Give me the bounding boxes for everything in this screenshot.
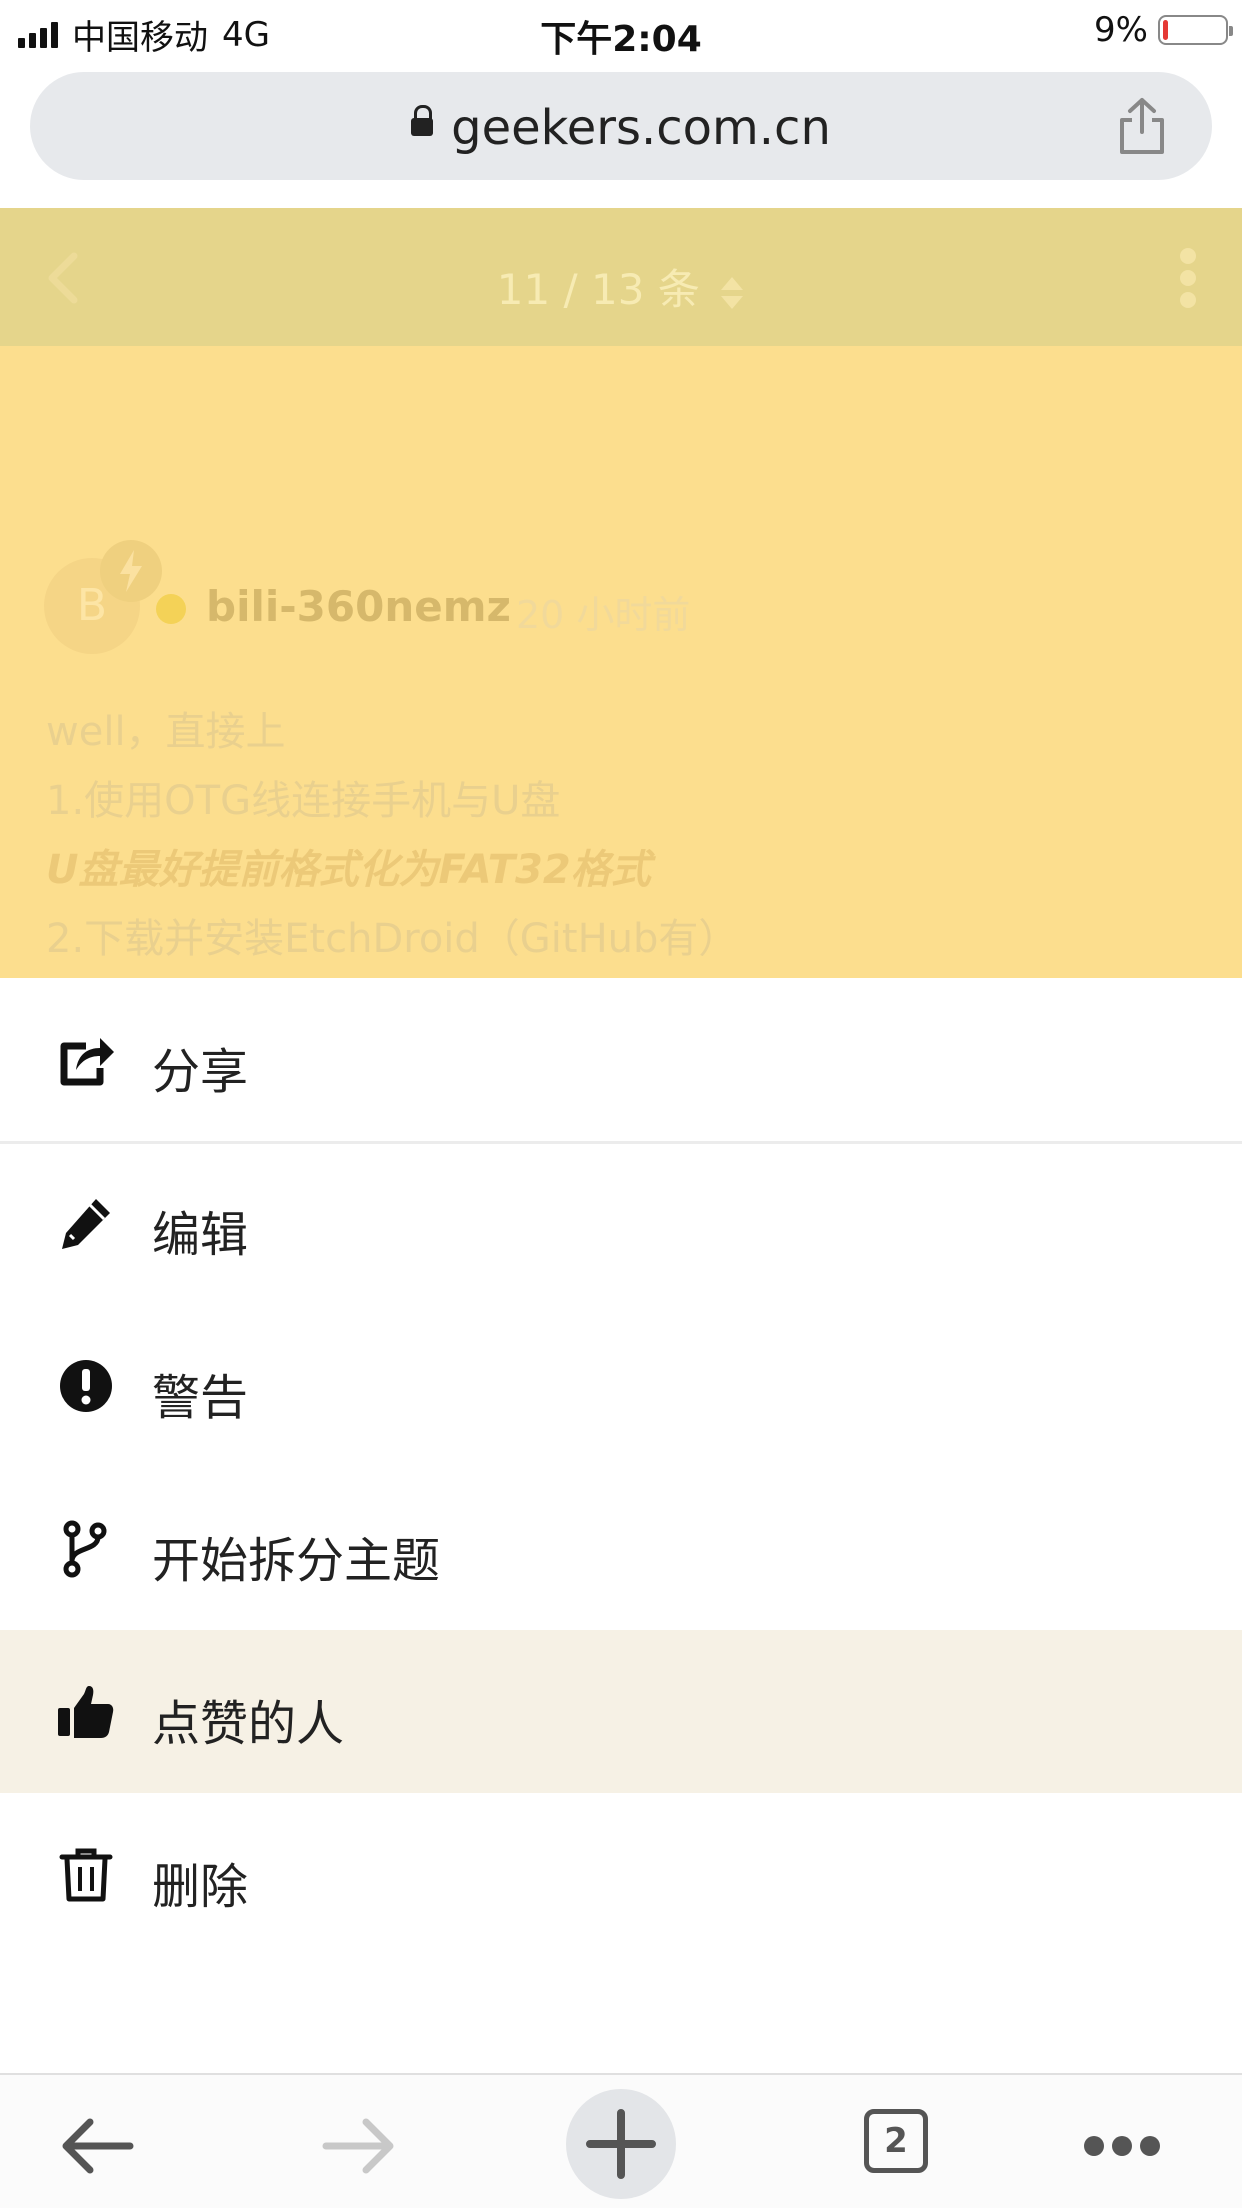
lock-icon (411, 105, 434, 136)
post-counter[interactable]: 11 / 13 条 (0, 256, 1242, 317)
status-bar: 中国移动 4G 下午2:04 9% (0, 0, 1242, 62)
menu-item-likers[interactable]: 点赞的人 (0, 1630, 1242, 1793)
menu-item-edit[interactable]: 编辑 (0, 1141, 1242, 1304)
plus-icon (586, 2109, 656, 2179)
menu-item-label: 编辑 (152, 1207, 249, 1263)
more-horizontal-icon[interactable] (1080, 2091, 1190, 2201)
back-arrow-icon[interactable] (46, 2091, 156, 2201)
share-icon (60, 1038, 114, 1086)
post-line: 2.下载并安装EtchDroid（GitHub有） (46, 916, 739, 962)
menu-item-label: 警告 (152, 1370, 249, 1426)
status-dot (156, 594, 186, 624)
menu-item-label: 点赞的人 (152, 1696, 345, 1752)
address-bar[interactable]: geekers.com.cn (30, 72, 1212, 180)
topic-page-background: 11 / 13 条 B bili-360nemz 20 小时前 well，直接上… (0, 208, 1242, 978)
url-text: geekers.com.cn (451, 100, 831, 156)
post-line: 1.使用OTG线连接手机与U盘 (46, 778, 561, 824)
battery-percent: 9% (1094, 10, 1148, 50)
post-author: B bili-360nemz 20 小时前 (44, 540, 1194, 658)
post-line: well，直接上 (46, 709, 286, 755)
thumbs-up-icon (58, 1686, 114, 1738)
post-body: well，直接上 1.使用OTG线连接手机与U盘 U盘最好提前格式化为FAT32… (46, 698, 1206, 974)
menu-item-share[interactable]: 分享 (0, 978, 1242, 1144)
menu-item-label: 开始拆分主题 (152, 1533, 441, 1589)
share-icon[interactable] (1114, 96, 1170, 156)
more-vertical-icon[interactable] (1180, 248, 1200, 308)
forward-arrow-icon[interactable] (306, 2091, 416, 2201)
tab-count-badge: 2 (864, 2109, 928, 2173)
username[interactable]: bili-360nemz (206, 582, 511, 631)
post-action-sheet: 分享 编辑 警告 开始拆分主题 点赞的人 删除 (0, 978, 1242, 2073)
post-time[interactable]: 20 小时前 (516, 584, 690, 639)
url-display[interactable]: geekers.com.cn (30, 100, 1212, 156)
battery-icon (1158, 15, 1233, 45)
menu-item-label: 删除 (152, 1859, 249, 1915)
clock: 下午2:04 (540, 19, 702, 60)
pencil-icon (62, 1199, 110, 1249)
menu-item-label: 分享 (152, 1044, 249, 1100)
menu-item-delete[interactable]: 删除 (0, 1793, 1242, 1956)
flair-bolt-icon (100, 540, 162, 602)
exclamation-circle-icon (60, 1360, 112, 1412)
new-tab-button[interactable] (566, 2089, 676, 2199)
post-counter-text: 11 / 13 条 (496, 265, 700, 314)
code-fork-icon (63, 1520, 107, 1578)
menu-item-split-topic[interactable]: 开始拆分主题 (0, 1467, 1242, 1630)
tabs-button[interactable]: 2 (846, 2091, 956, 2201)
post-line-emphasis: U盘最好提前格式化为FAT32格式 (46, 847, 651, 893)
topic-nav-bar: 11 / 13 条 (0, 208, 1242, 346)
sort-caret-icon (721, 276, 744, 309)
status-right: 9% (1094, 10, 1233, 50)
menu-item-warn[interactable]: 警告 (0, 1304, 1242, 1467)
browser-toolbar: 2 (0, 2073, 1242, 2208)
trash-icon (59, 1848, 113, 1902)
